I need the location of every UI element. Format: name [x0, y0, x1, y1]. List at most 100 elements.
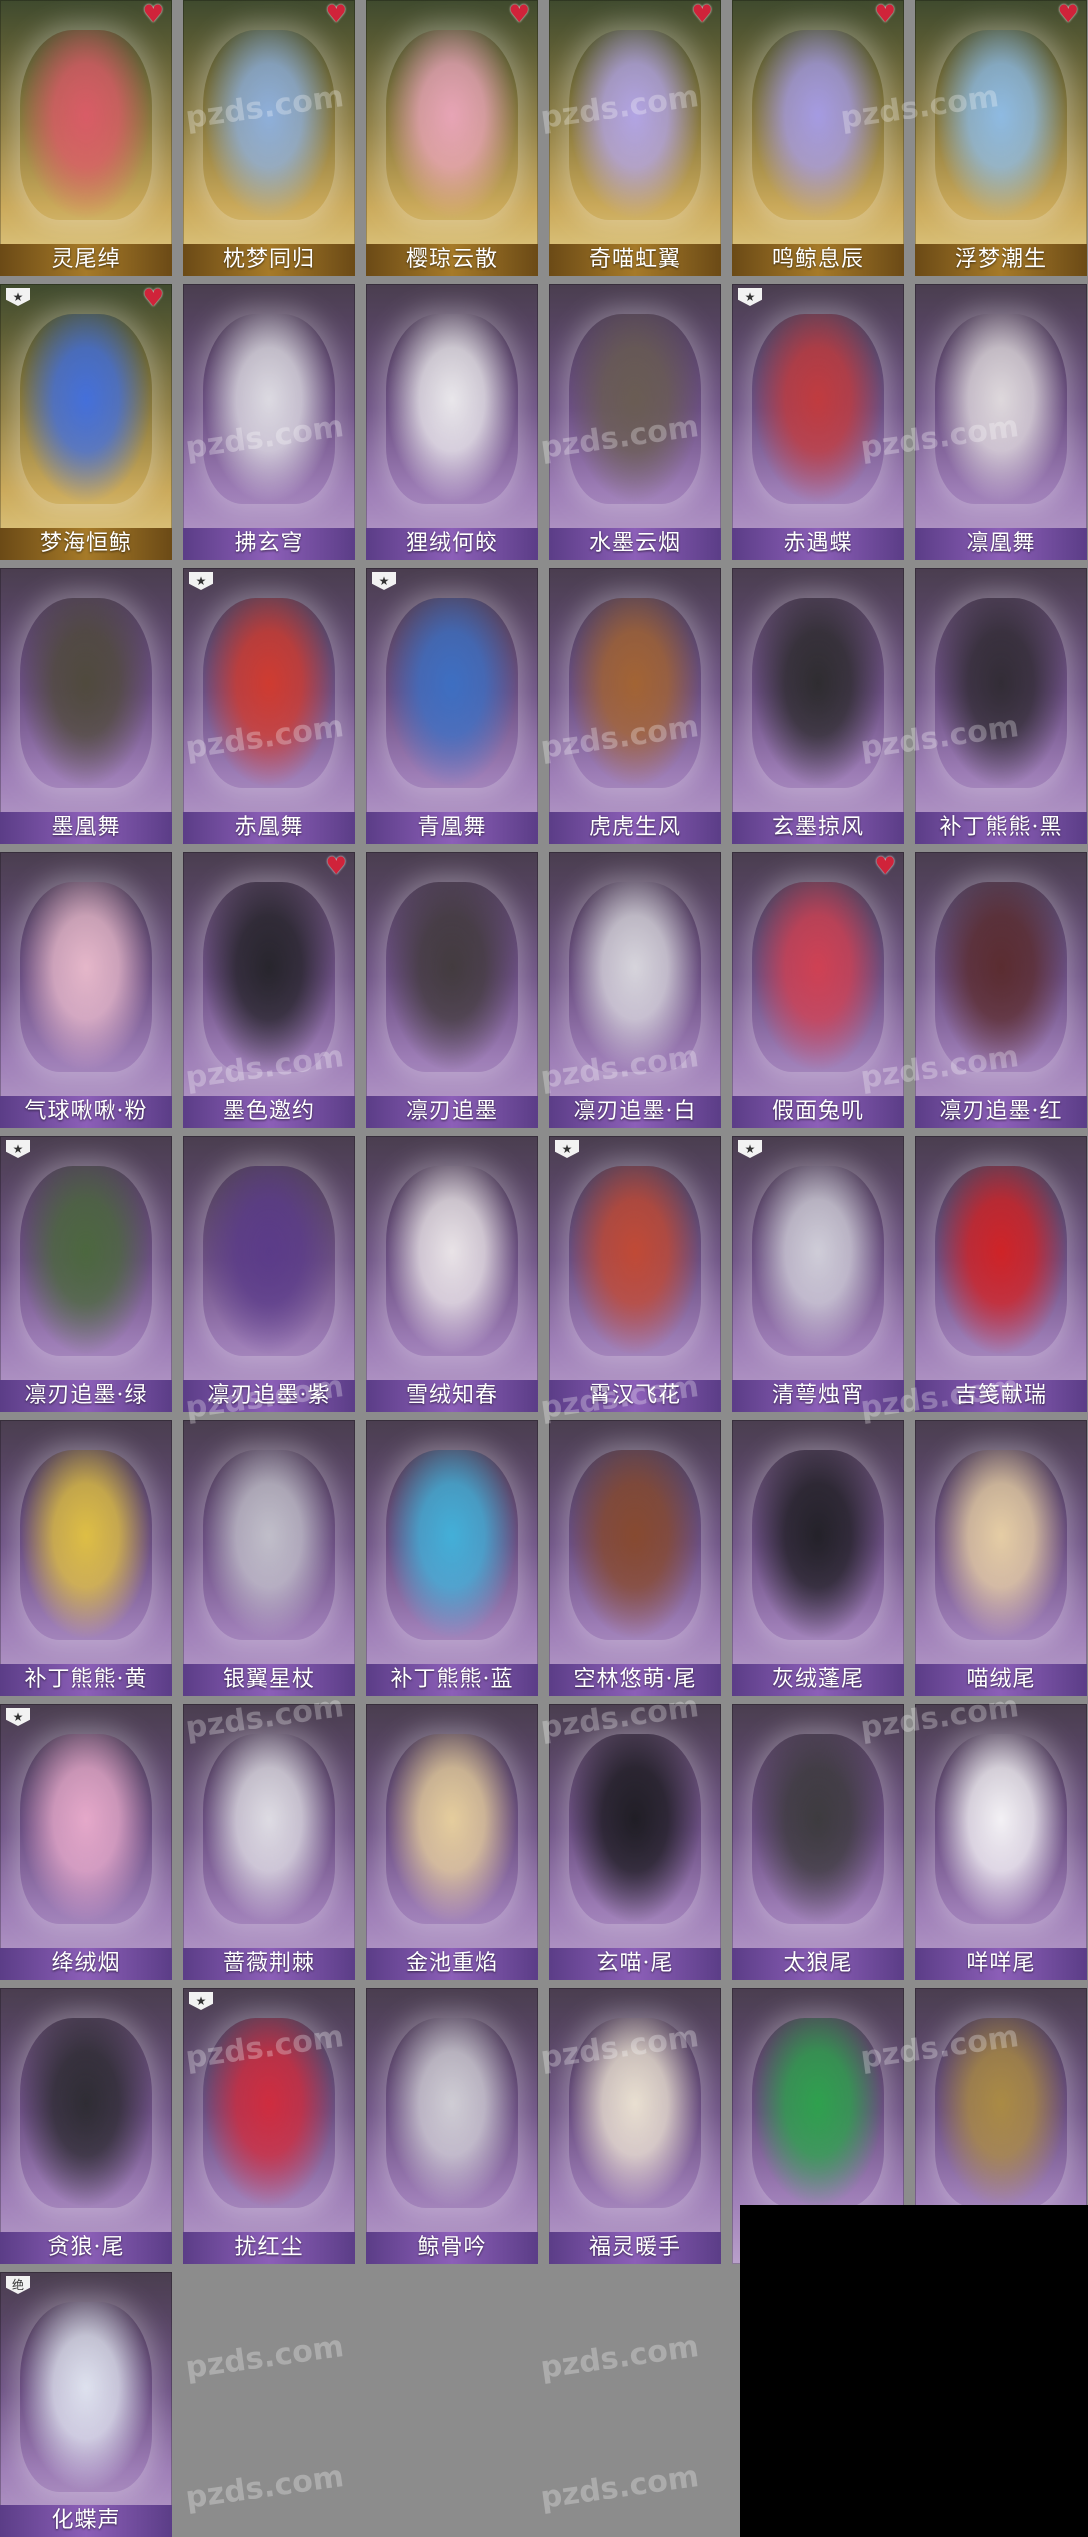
item-tile[interactable]: 凛刃追墨·红	[915, 852, 1087, 1128]
item-name-label: 梦海恒鲸	[0, 528, 172, 560]
item-name-label: 蔷薇荆棘	[183, 1948, 355, 1980]
favorite-heart-icon[interactable]: ♥	[1057, 2, 1079, 26]
item-tile[interactable]: ♥ 墨色邀约	[183, 852, 355, 1128]
item-name-label: 凛凰舞	[915, 528, 1087, 560]
item-artwork	[569, 1166, 701, 1356]
item-tile[interactable]: ♥ 枕梦同归	[183, 0, 355, 276]
item-tile[interactable]: ★ 霄汉飞花	[549, 1136, 721, 1412]
favorite-heart-icon[interactable]: ♥	[325, 2, 347, 26]
item-tile[interactable]: ★ 赤遇蝶	[732, 284, 904, 560]
item-name-label: 空林悠萌·尾	[549, 1664, 721, 1696]
tier-badge-icon: ★	[6, 1140, 30, 1158]
item-artwork	[569, 2018, 701, 2208]
item-tile[interactable]: 凛刃追墨·紫	[183, 1136, 355, 1412]
item-name-label: 枕梦同归	[183, 244, 355, 276]
item-tile[interactable]: 补丁熊熊·蓝	[366, 1420, 538, 1696]
item-tile[interactable]: 玄墨掠风	[732, 568, 904, 844]
item-artwork	[569, 1450, 701, 1640]
item-tile[interactable]: 墨凰舞	[0, 568, 172, 844]
item-artwork	[203, 882, 335, 1072]
item-artwork	[386, 1734, 518, 1924]
favorite-heart-icon[interactable]: ♥	[691, 2, 713, 26]
item-tile[interactable]: 咩咩尾	[915, 1704, 1087, 1980]
item-name-label: 绛绒烟	[0, 1948, 172, 1980]
item-artwork	[20, 30, 152, 220]
item-tile[interactable]: 凛刃追墨	[366, 852, 538, 1128]
item-tile[interactable]: 雪绒知春	[366, 1136, 538, 1412]
item-artwork	[569, 882, 701, 1072]
item-name-label: 凛刃追墨	[366, 1096, 538, 1128]
item-tile[interactable]: 气球啾啾·粉	[0, 852, 172, 1128]
item-tile[interactable]: 空林悠萌·尾	[549, 1420, 721, 1696]
tier-badge-icon: ★	[738, 288, 762, 306]
item-tile[interactable]: ♥ 浮梦潮生	[915, 0, 1087, 276]
item-tile[interactable]: 玄喵·尾	[549, 1704, 721, 1980]
item-tile[interactable]: ♥ 假面兔叽	[732, 852, 904, 1128]
item-tile[interactable]: 凛刃追墨·白	[549, 852, 721, 1128]
item-tile[interactable]: 灰绒蓬尾	[732, 1420, 904, 1696]
item-name-label: 咩咩尾	[915, 1948, 1087, 1980]
item-name-label: 鲸骨吟	[366, 2232, 538, 2264]
item-tile[interactable]: 水墨云烟	[549, 284, 721, 560]
item-tile[interactable]: ★ 凛刃追墨·绿	[0, 1136, 172, 1412]
item-tile[interactable]: ★ 赤凰舞	[183, 568, 355, 844]
item-tile[interactable]: ♥ ★ 梦海恒鲸	[0, 284, 172, 560]
item-tile[interactable]: ★ 扰红尘	[183, 1988, 355, 2264]
item-tile[interactable]: ★ 清萼烛宵	[732, 1136, 904, 1412]
item-name-label: 狸绒何皎	[366, 528, 538, 560]
item-name-label: 灵尾绰	[0, 244, 172, 276]
item-tile[interactable]: 蔷薇荆棘	[183, 1704, 355, 1980]
item-artwork	[386, 1450, 518, 1640]
favorite-heart-icon[interactable]: ♥	[142, 2, 164, 26]
favorite-heart-icon[interactable]: ♥	[142, 286, 164, 310]
favorite-heart-icon[interactable]: ♥	[874, 2, 896, 26]
item-tile[interactable]: 虎虎生风	[549, 568, 721, 844]
item-tile[interactable]: 拂玄穹	[183, 284, 355, 560]
favorite-heart-icon[interactable]: ♥	[508, 2, 530, 26]
item-name-label: 雪绒知春	[366, 1380, 538, 1412]
item-artwork	[752, 30, 884, 220]
item-tile[interactable]: 喵绒尾	[915, 1420, 1087, 1696]
item-artwork	[935, 2018, 1067, 2208]
item-tile[interactable]: 太狼尾	[732, 1704, 904, 1980]
tier-badge-icon: ★	[189, 572, 213, 590]
item-tile[interactable]: 银翼星杖	[183, 1420, 355, 1696]
item-tile[interactable]: ♥ 灵尾绰	[0, 0, 172, 276]
item-artwork	[386, 30, 518, 220]
favorite-heart-icon[interactable]: ♥	[325, 854, 347, 878]
item-artwork	[935, 30, 1067, 220]
item-tile[interactable]: 补丁熊熊·黑	[915, 568, 1087, 844]
item-tile[interactable]: 金池重焰	[366, 1704, 538, 1980]
item-tile[interactable]: ★ 青凰舞	[366, 568, 538, 844]
item-name-label: 补丁熊熊·蓝	[366, 1664, 538, 1696]
item-tile[interactable]: ♥ 奇喵虹翼	[549, 0, 721, 276]
item-tile[interactable]: 吉笺献瑞	[915, 1136, 1087, 1412]
watermark-text: pzds.com	[183, 2459, 346, 2516]
item-name-label: 凛刃追墨·红	[915, 1096, 1087, 1128]
item-name-label: 凛刃追墨·绿	[0, 1380, 172, 1412]
item-name-label: 补丁熊熊·黑	[915, 812, 1087, 844]
item-tile[interactable]: 鲸骨吟	[366, 1988, 538, 2264]
item-tile[interactable]: ♥ 鸣鲸息辰	[732, 0, 904, 276]
item-tile[interactable]: ★ 绛绒烟	[0, 1704, 172, 1980]
item-artwork	[752, 1450, 884, 1640]
item-artwork	[386, 314, 518, 504]
item-name-label: 灰绒蓬尾	[732, 1664, 904, 1696]
item-artwork	[569, 1734, 701, 1924]
item-tile[interactable]: 狸绒何皎	[366, 284, 538, 560]
item-name-label: 金池重焰	[366, 1948, 538, 1980]
item-tile[interactable]: 贪狼·尾	[0, 1988, 172, 2264]
item-artwork	[935, 1450, 1067, 1640]
item-artwork	[20, 1734, 152, 1924]
item-artwork	[752, 598, 884, 788]
item-tile[interactable]: 福灵暖手	[549, 1988, 721, 2264]
item-name-label: 凛刃追墨·白	[549, 1096, 721, 1128]
tier-badge-icon: ★	[189, 1992, 213, 2010]
item-tile[interactable]: ♥ 樱琼云散	[366, 0, 538, 276]
favorite-heart-icon[interactable]: ♥	[874, 854, 896, 878]
item-artwork	[935, 1734, 1067, 1924]
item-tile[interactable]: 补丁熊熊·黄	[0, 1420, 172, 1696]
item-tile[interactable]: 绝化蝶声	[0, 2272, 172, 2537]
item-name-label: 赤遇蝶	[732, 528, 904, 560]
item-tile[interactable]: 凛凰舞	[915, 284, 1087, 560]
